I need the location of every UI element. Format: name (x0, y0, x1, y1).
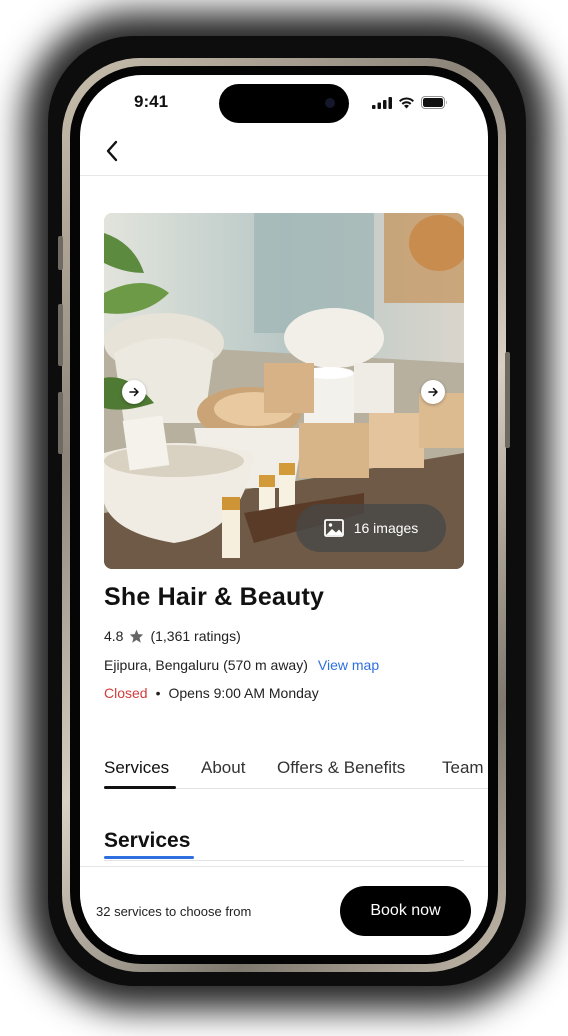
separator-dot: • (155, 685, 161, 701)
arrow-right-icon (129, 387, 139, 397)
star-icon (130, 629, 144, 643)
dynamic-island (219, 84, 349, 123)
wifi-icon (399, 96, 414, 108)
view-map-link[interactable]: View map (318, 657, 379, 673)
image-count-label: 16 images (353, 520, 419, 536)
services-count: 32 services to choose from (96, 904, 252, 919)
signal-icon (372, 96, 392, 109)
previous-image-button[interactable] (122, 380, 146, 404)
status-time: 9:41 (134, 92, 169, 111)
power-button (505, 352, 510, 448)
app-screen: 9:41 16 images She Hair & Beauty 4.8 (1,… (80, 75, 488, 955)
section-divider (104, 860, 464, 861)
next-image-button[interactable] (421, 380, 445, 404)
action-button (58, 236, 63, 270)
hours-row: Closed • Opens 9:00 AM Monday (104, 685, 319, 701)
battery-icon (421, 96, 447, 109)
tab-offers-benefits[interactable]: Offers & Benefits (277, 758, 405, 778)
opening-hours: Opens 9:00 AM Monday (168, 685, 319, 701)
salon-photo-gallery[interactable]: 16 images (104, 213, 464, 569)
status-closed: Closed (104, 685, 148, 701)
book-now-button[interactable]: Book now (340, 886, 471, 936)
tab-services[interactable]: Services (104, 758, 169, 778)
tab-about[interactable]: About (201, 758, 245, 778)
section-heading: Services (104, 829, 191, 852)
active-tab-indicator (104, 786, 176, 789)
section-heading-underline (104, 856, 194, 859)
location-text: Ejipura, Bengaluru (570 m away) (104, 657, 308, 673)
location-row: Ejipura, Bengaluru (570 m away) View map (104, 657, 379, 673)
camera-icon (325, 98, 335, 108)
back-chevron-icon (106, 140, 118, 162)
rating-value: 4.8 (104, 628, 124, 644)
status-icons (372, 96, 448, 109)
arrow-right-icon (428, 387, 438, 397)
rating-row: 4.8 (1,361 ratings) (104, 628, 241, 644)
volume-down-button (58, 392, 63, 454)
back-button[interactable] (98, 137, 126, 165)
volume-up-button (58, 304, 63, 366)
tab-team[interactable]: Team (442, 758, 484, 778)
ratings-count: (1,361 ratings) (150, 628, 241, 644)
header-divider (80, 175, 488, 176)
image-count-button[interactable]: 16 images (296, 504, 446, 552)
image-icon (323, 519, 344, 537)
booking-bar: 32 services to choose from Book now (80, 866, 488, 955)
salon-name: She Hair & Beauty (104, 583, 325, 611)
